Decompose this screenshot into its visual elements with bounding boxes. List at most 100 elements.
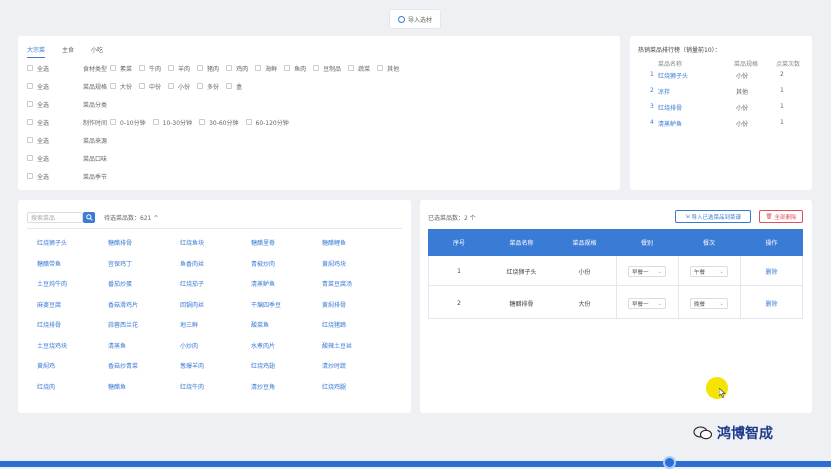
dish-item[interactable]: 糖醋排骨 — [108, 238, 132, 247]
dish-item[interactable]: 香菇滑鸡片 — [108, 300, 138, 309]
meal-select[interactable]: 早餐一 ⌄ — [628, 298, 666, 309]
filter-option[interactable]: 豆制品 — [313, 64, 341, 73]
dish-item[interactable]: 青椒炒肉 — [251, 259, 275, 268]
dish-item[interactable]: 回锅肉丝 — [180, 300, 204, 309]
dish-item[interactable]: 香菇炒青菜 — [108, 361, 138, 370]
meal-time-select[interactable]: 午餐 ⌄ — [690, 266, 728, 277]
filter-row: 全选 菜品分类 — [27, 99, 110, 109]
dish-item[interactable]: 糖醋鱼 — [108, 382, 126, 391]
dish-item[interactable]: 红烧茄子 — [180, 279, 204, 288]
filter-option[interactable]: 中份 — [139, 82, 161, 91]
tab-snacks[interactable]: 小吃 — [91, 45, 103, 58]
dish-item[interactable]: 黄焖鸡块 — [322, 259, 346, 268]
filter-option[interactable]: 素菜 — [110, 64, 132, 73]
ranking-dish-name[interactable]: 凉拌 — [658, 87, 670, 96]
filter-option[interactable]: 猪肉 — [197, 64, 219, 73]
table-border — [802, 256, 803, 318]
dish-search-button[interactable] — [83, 212, 95, 223]
dish-item[interactable]: 糖醋鲤鱼 — [322, 238, 346, 247]
dish-item[interactable]: 清蒸鲈鱼 — [251, 279, 275, 288]
select-all-checkbox[interactable]: 全选 — [27, 172, 83, 181]
checkbox-box — [139, 83, 146, 89]
dish-item[interactable]: 糖醋里脊 — [251, 238, 275, 247]
dish-item[interactable]: 红烧猪蹄 — [322, 320, 346, 329]
meal-select[interactable]: 早餐一 ⌄ — [628, 266, 666, 277]
dish-item[interactable]: 黄焖排骨 — [322, 300, 346, 309]
col-spec: 菜品规格 — [572, 240, 597, 247]
table-border — [740, 256, 741, 318]
dish-item[interactable]: 干煸四季豆 — [251, 300, 281, 309]
meal-time-select[interactable]: 晚餐 ⌄ — [690, 298, 728, 309]
dish-item[interactable]: 红烧鱼块 — [180, 238, 204, 247]
ranking-dish-spec: 小份 — [736, 121, 749, 128]
filter-option[interactable]: 蔬菜 — [348, 64, 370, 73]
filter-row: 全选 制作时间 0-10分钟 10-30分钟 30-60分钟 60-120分钟 — [27, 117, 296, 127]
dish-item[interactable]: 红烧排骨 — [37, 320, 61, 329]
dish-item[interactable]: 葱爆羊肉 — [180, 361, 204, 370]
select-all-checkbox[interactable]: 全选 — [27, 82, 83, 91]
filter-option[interactable]: 羊肉 — [168, 64, 190, 73]
checkbox-box — [197, 65, 204, 71]
filter-option[interactable]: 大份 — [110, 82, 132, 91]
dish-item[interactable]: 地三鲜 — [180, 320, 198, 329]
dish-item[interactable]: 酸辣土豆丝 — [322, 341, 352, 350]
select-all-checkbox[interactable]: 全选 — [27, 64, 83, 73]
dish-item[interactable]: 红烧牛肉 — [180, 382, 204, 391]
pending-count-toggle[interactable]: 待选菜品数：621 ^ — [104, 213, 158, 222]
tab-staple[interactable]: 主食 — [62, 45, 74, 58]
filter-option[interactable]: 小份 — [168, 82, 190, 91]
dish-item[interactable]: 酸菜鱼 — [251, 320, 269, 329]
dish-item[interactable]: 清蒸鱼 — [108, 341, 126, 350]
dish-item[interactable]: 麻婆豆腐 — [37, 300, 61, 309]
dish-item[interactable]: 清炒时蔬 — [322, 361, 346, 370]
dish-item[interactable]: 番茄炒蛋 — [108, 279, 132, 288]
filter-option[interactable]: 60-120分钟 — [245, 118, 289, 127]
filter-option[interactable]: 盒 — [226, 82, 242, 91]
import-to-menu-button[interactable]: ⇲ 导入已选菜品到菜谱 — [675, 210, 751, 223]
filter-option[interactable]: 30-60分钟 — [199, 118, 239, 127]
dish-item[interactable]: 红烧狮子头 — [37, 238, 67, 247]
select-all-checkbox[interactable]: 全选 — [27, 136, 83, 145]
checkbox-box — [255, 65, 262, 71]
select-all-checkbox[interactable]: 全选 — [27, 154, 83, 163]
dish-item[interactable]: 水煮肉片 — [251, 341, 275, 350]
filter-option[interactable]: 鱼肉 — [284, 64, 306, 73]
chevron-down-icon: ⌄ — [657, 268, 662, 275]
dish-item[interactable]: 红烧鸡翅 — [251, 361, 275, 370]
ranking-dish-name[interactable]: 红烧狮子头 — [658, 71, 688, 80]
select-all-checkbox[interactable]: 全选 — [27, 100, 83, 109]
filter-option[interactable]: 海鲜 — [255, 64, 277, 73]
filter-option-label: 小份 — [178, 83, 191, 91]
filter-option[interactable]: 鸡肉 — [226, 64, 248, 73]
filter-option[interactable]: 牛肉 — [139, 64, 161, 73]
checkbox-box — [313, 65, 320, 71]
dish-item[interactable]: 土豆烧鸡块 — [37, 341, 67, 350]
import-selection-button[interactable]: 导入选材 — [389, 9, 441, 29]
filter-option-label: 10-30分钟 — [162, 119, 193, 127]
delete-all-button[interactable]: 🗑 全部删除 — [759, 210, 803, 223]
dish-item[interactable]: 红烧肉 — [37, 382, 55, 391]
dish-item[interactable]: 鱼香肉丝 — [180, 259, 204, 268]
dish-item[interactable]: 红烧鸡腿 — [322, 382, 346, 391]
dish-item[interactable]: 蒜蓉西兰花 — [108, 320, 138, 329]
dish-item[interactable]: 土豆炖牛肉 — [37, 279, 67, 288]
progress-handle[interactable] — [663, 456, 676, 469]
dish-item[interactable]: 清炒豆角 — [251, 382, 275, 391]
dish-item[interactable]: 黄焖鸡 — [37, 361, 55, 370]
ranking-dish-name[interactable]: 清蒸鲈鱼 — [658, 119, 682, 128]
ranking-dish-name[interactable]: 红烧排骨 — [658, 103, 682, 112]
dish-item[interactable]: 青菜豆腐汤 — [322, 279, 352, 288]
delete-row-link[interactable]: 删除 — [740, 288, 803, 319]
select-all-checkbox[interactable]: 全选 — [27, 118, 83, 127]
dish-item[interactable]: 糖醋带鱼 — [37, 259, 61, 268]
dish-item[interactable]: 小炒肉 — [180, 341, 198, 350]
filter-option[interactable]: 10-30分钟 — [152, 118, 193, 127]
filter-option[interactable]: 其他 — [377, 64, 399, 73]
filter-option-label: 蔬菜 — [358, 65, 371, 73]
filter-option[interactable]: 0-10分钟 — [110, 118, 146, 127]
delete-row-link[interactable]: 删除 — [740, 256, 803, 287]
tab-main-dishes[interactable]: 大宗菜 — [27, 45, 46, 58]
dish-search-input[interactable]: 搜索菜品 — [27, 212, 83, 223]
filter-option[interactable]: 多份 — [197, 82, 219, 91]
dish-item[interactable]: 宫保鸡丁 — [108, 259, 132, 268]
